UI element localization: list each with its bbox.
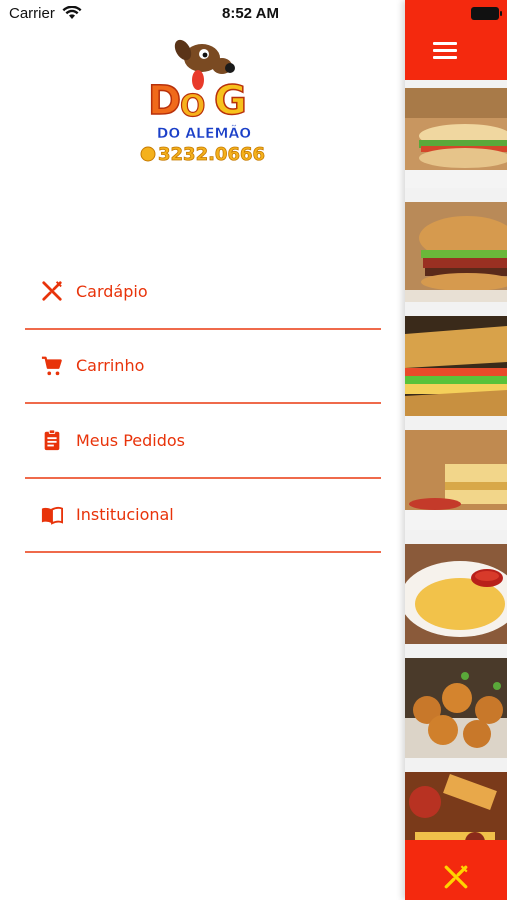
menu-item-label: Meus Pedidos [76,430,186,450]
food-image-toast[interactable] [405,430,507,530]
fork-knife-icon [42,281,62,301]
clock: 8:52 AM [222,5,279,22]
svg-text:3232.0666: 3232.0666 [158,144,265,165]
svg-text:D: D [148,78,181,124]
drawer-menu: Cardápio Carrinho Meus Pedidos Instituci… [25,255,381,553]
wifi-icon [62,6,82,19]
book-icon [41,506,63,525]
svg-text:DO ALEMÃO: DO ALEMÃO [157,125,251,142]
food-image-grilled-sandwich[interactable] [405,316,507,416]
dog-do-alemao-logo: D O G DO ALEMÃO 3232.0666 [140,39,265,165]
menu-item-label: Carrinho [76,356,145,376]
menu-item-label: Institucional [76,505,174,525]
carrier-label: Carrier [9,5,55,22]
food-image-croquettes[interactable] [405,658,507,758]
clipboard-icon [44,429,60,451]
food-image-sandwich[interactable] [405,88,507,188]
menu-item-carrinho[interactable]: Carrinho [25,330,381,404]
bottom-tab-bar [405,840,507,900]
svg-text:O: O [180,89,206,124]
menu-item-meus-pedidos[interactable]: Meus Pedidos [25,404,381,479]
food-tiles [405,88,507,886]
menu-item-institucional[interactable]: Institucional [25,479,381,553]
status-bar: Carrier 8:52 AM [0,0,405,30]
cart-icon [41,356,62,375]
svg-text:G: G [214,78,247,124]
battery-icon [471,7,502,20]
menu-item-label: Cardápio [76,281,148,301]
top-app-bar [405,0,507,80]
side-drawer: Carrier 8:52 AM D O G DO ALEMÃO 3232.066… [0,0,405,900]
hamburger-menu-icon[interactable] [433,42,457,60]
menu-item-cardapio[interactable]: Cardápio [25,255,381,330]
fork-knife-icon[interactable] [443,864,469,890]
food-image-fries[interactable] [405,544,507,644]
main-content-peek[interactable] [405,0,507,900]
food-image-burger[interactable] [405,202,507,302]
